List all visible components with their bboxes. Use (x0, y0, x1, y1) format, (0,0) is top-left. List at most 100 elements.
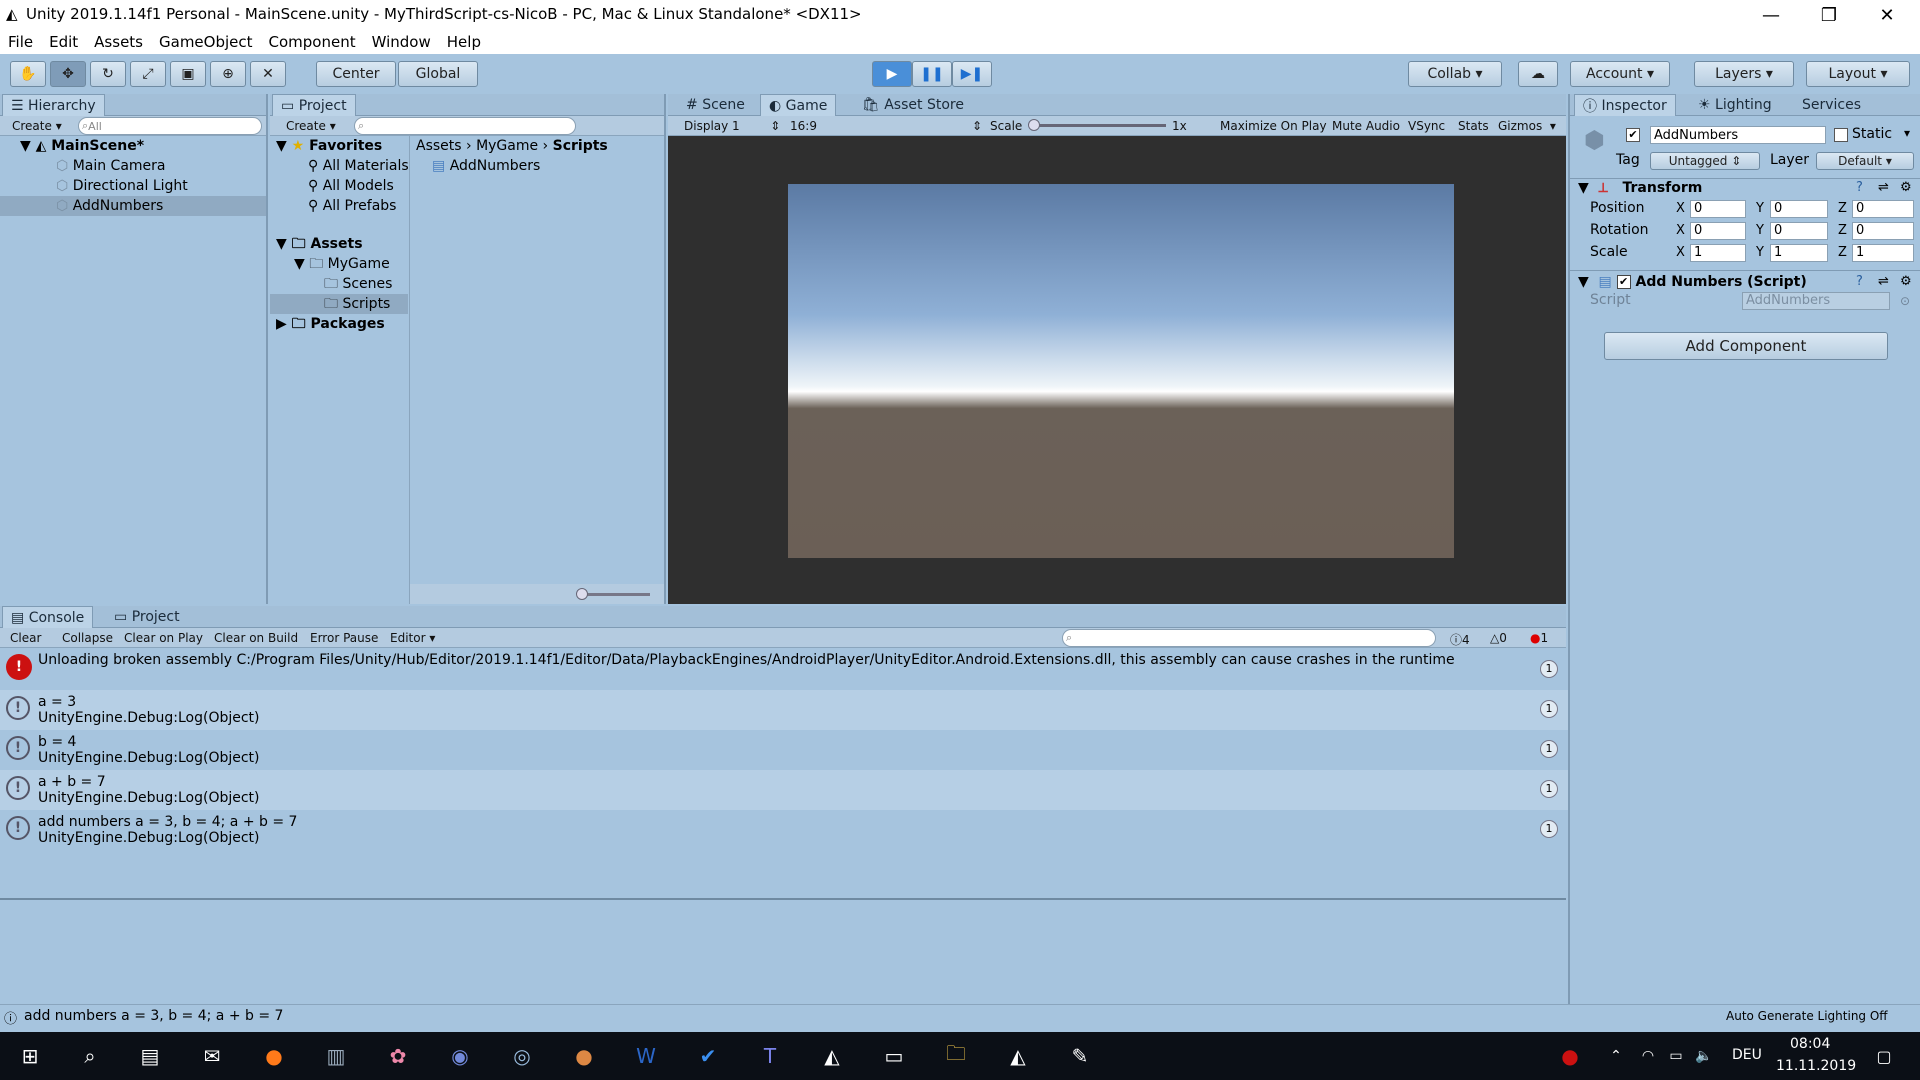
object-name-input[interactable]: AddNumbers (1650, 126, 1826, 144)
error-count-toggle[interactable]: ●1 (1530, 631, 1548, 645)
play-button[interactable]: ▶ (872, 61, 912, 87)
favorites-item[interactable]: ▼ ★ Favorites (276, 136, 382, 156)
firefox-icon[interactable]: ● (258, 1040, 290, 1072)
hierarchy-item[interactable]: ⬡ Main Camera (56, 156, 166, 176)
maximize-on-play-toggle[interactable]: Maximize On Play (1220, 119, 1327, 133)
menu-gameobject[interactable]: GameObject (159, 33, 253, 51)
favorites-child[interactable]: ⚲ All Prefabs (308, 196, 396, 216)
mail-icon[interactable]: ✉ (196, 1040, 228, 1072)
unity-hub-icon[interactable]: ◭ (816, 1040, 848, 1072)
static-checkbox[interactable] (1834, 128, 1848, 142)
menu-assets[interactable]: Assets (94, 33, 143, 51)
vsync-toggle[interactable]: VSync (1408, 119, 1445, 133)
scale-y-field[interactable]: 1 (1770, 244, 1828, 262)
hierarchy-create-button[interactable]: Create ▾ (12, 119, 62, 133)
project-file-item[interactable]: ▤ AddNumbers (432, 158, 540, 174)
game-render-view[interactable] (788, 184, 1454, 558)
mygame-folder[interactable]: ▼ 🗀 MyGame (294, 254, 390, 274)
tab-hierarchy[interactable]: ☰ Hierarchy (2, 94, 105, 116)
console-entry-log[interactable]: ! b = 4 UnityEngine.Debug:Log(Object) 1 (0, 730, 1568, 770)
scale-tool-icon[interactable]: ⤢ (130, 61, 166, 87)
tab-scene[interactable]: # Scene (678, 94, 753, 116)
console-clear-on-build-button[interactable]: Clear on Build (214, 631, 298, 645)
word-icon[interactable]: W (630, 1040, 662, 1072)
object-picker-icon[interactable]: ⊙ (1900, 294, 1910, 308)
rotation-y-field[interactable]: 0 (1770, 222, 1828, 240)
tab-project-bottom[interactable]: ▭ Project (106, 606, 188, 628)
assets-folder[interactable]: ▼ 🗀 Assets (276, 234, 363, 254)
menu-edit[interactable]: Edit (49, 33, 78, 51)
tab-game[interactable]: ◐ Game (760, 94, 837, 116)
close-button[interactable]: ✕ (1858, 0, 1916, 30)
app-fruit-icon[interactable]: ● (568, 1040, 600, 1072)
tab-asset-store[interactable]: 🛍 Asset Store (854, 94, 972, 116)
console-clear-button[interactable]: Clear (10, 631, 41, 645)
tab-services[interactable]: Services (1794, 94, 1869, 116)
breadcrumb-scripts[interactable]: Scripts (553, 138, 608, 154)
scale-z-field[interactable]: 1 (1852, 244, 1914, 262)
log-count-toggle[interactable]: ⓘ4 (1450, 631, 1470, 648)
console-splitter[interactable] (0, 898, 1566, 900)
account-dropdown[interactable]: Account ▾ (1570, 61, 1670, 87)
clock-time[interactable]: 08:04 (1790, 1036, 1830, 1052)
paint-icon[interactable]: ✿ (382, 1040, 414, 1072)
step-button[interactable]: ▶❚ (952, 61, 992, 87)
tray-app-icon[interactable]: ● (1554, 1040, 1586, 1072)
warning-count-toggle[interactable]: △0 (1490, 631, 1507, 645)
scenes-folder[interactable]: 🗀 Scenes (324, 274, 392, 294)
volume-icon[interactable]: 🔈 (1688, 1040, 1720, 1072)
notification-icon[interactable]: ▢ (1868, 1040, 1900, 1072)
gear-icon[interactable]: ⚙ (1900, 274, 1912, 289)
pause-button[interactable]: ❚❚ (912, 61, 952, 87)
aspect-dropdown[interactable]: 16:9 (790, 119, 817, 133)
console-entry-log[interactable]: ! add numbers a = 3, b = 4; a + b = 7 Un… (0, 810, 1568, 850)
clock-date[interactable]: 11.11.2019 (1776, 1058, 1856, 1074)
gizmos-dropdown[interactable]: Gizmos ▾ (1498, 119, 1556, 133)
layer-dropdown[interactable]: Default ▾ (1816, 152, 1914, 170)
console-collapse-button[interactable]: Collapse (62, 631, 113, 645)
scripts-folder[interactable]: 🗀 Scripts (270, 294, 408, 314)
breadcrumb-mygame[interactable]: MyGame (476, 138, 538, 154)
rotation-z-field[interactable]: 0 (1852, 222, 1914, 240)
scene-item[interactable]: ▼ ◭ MainScene* (20, 136, 144, 156)
unity-icon[interactable]: ◭ (1002, 1040, 1034, 1072)
app-icon[interactable]: ▥ (320, 1040, 352, 1072)
preset-icon[interactable]: ⇌ (1878, 274, 1889, 289)
mute-audio-toggle[interactable]: Mute Audio (1332, 119, 1400, 133)
menu-window[interactable]: Window (372, 33, 431, 51)
scale-slider[interactable] (1034, 124, 1166, 127)
tab-inspector[interactable]: ⓘ Inspector (1574, 94, 1676, 116)
task-view-icon[interactable]: ▤ (134, 1040, 166, 1072)
position-y-field[interactable]: 0 (1770, 200, 1828, 218)
tag-dropdown[interactable]: Untagged ⇕ (1650, 152, 1760, 170)
zoom-slider-handle[interactable] (576, 588, 588, 600)
chevron-up-icon[interactable]: ⌃ (1600, 1040, 1632, 1072)
scale-slider-handle[interactable] (1028, 119, 1040, 131)
menu-component[interactable]: Component (269, 33, 356, 51)
scale-x-field[interactable]: 1 (1690, 244, 1746, 262)
hand-tool-icon[interactable]: ✋ (10, 61, 46, 87)
steam-icon[interactable]: ◎ (506, 1040, 538, 1072)
hierarchy-search-input[interactable]: ⌕ All (78, 117, 262, 135)
layers-dropdown[interactable]: Layers ▾ (1694, 61, 1794, 87)
pivot-global-button[interactable]: Global (398, 61, 478, 87)
help-icon[interactable]: ? (1856, 274, 1863, 289)
minimize-button[interactable]: — (1742, 0, 1800, 30)
tab-project[interactable]: ▭ Project (272, 94, 356, 116)
rotate-tool-icon[interactable]: ↻ (90, 61, 126, 87)
todo-icon[interactable]: ✔ (692, 1040, 724, 1072)
script-component-header[interactable]: ▼ ▤ ✔ Add Numbers (Script) (1578, 274, 1807, 290)
language-indicator[interactable]: DEU (1732, 1047, 1762, 1063)
hierarchy-item[interactable]: ⬡ Directional Light (56, 176, 188, 196)
display-dropdown[interactable]: Display 1 ⇕ (684, 119, 780, 133)
preset-icon[interactable]: ⇌ (1878, 180, 1889, 195)
hierarchy-item-selected[interactable]: ⬡ AddNumbers (0, 196, 266, 216)
rect-tool-icon[interactable]: ▣ (170, 61, 206, 87)
favorites-child[interactable]: ⚲ All Models (308, 176, 394, 196)
console-editor-dropdown[interactable]: Editor ▾ (390, 631, 435, 645)
active-checkbox[interactable]: ✔ (1626, 128, 1640, 142)
console-entry-log[interactable]: ! a + b = 7 UnityEngine.Debug:Log(Object… (0, 770, 1568, 810)
windows-start-icon[interactable]: ⊞ (14, 1040, 46, 1072)
console-entry-log[interactable]: ! a = 3 UnityEngine.Debug:Log(Object) 1 (0, 690, 1568, 730)
position-z-field[interactable]: 0 (1852, 200, 1914, 218)
